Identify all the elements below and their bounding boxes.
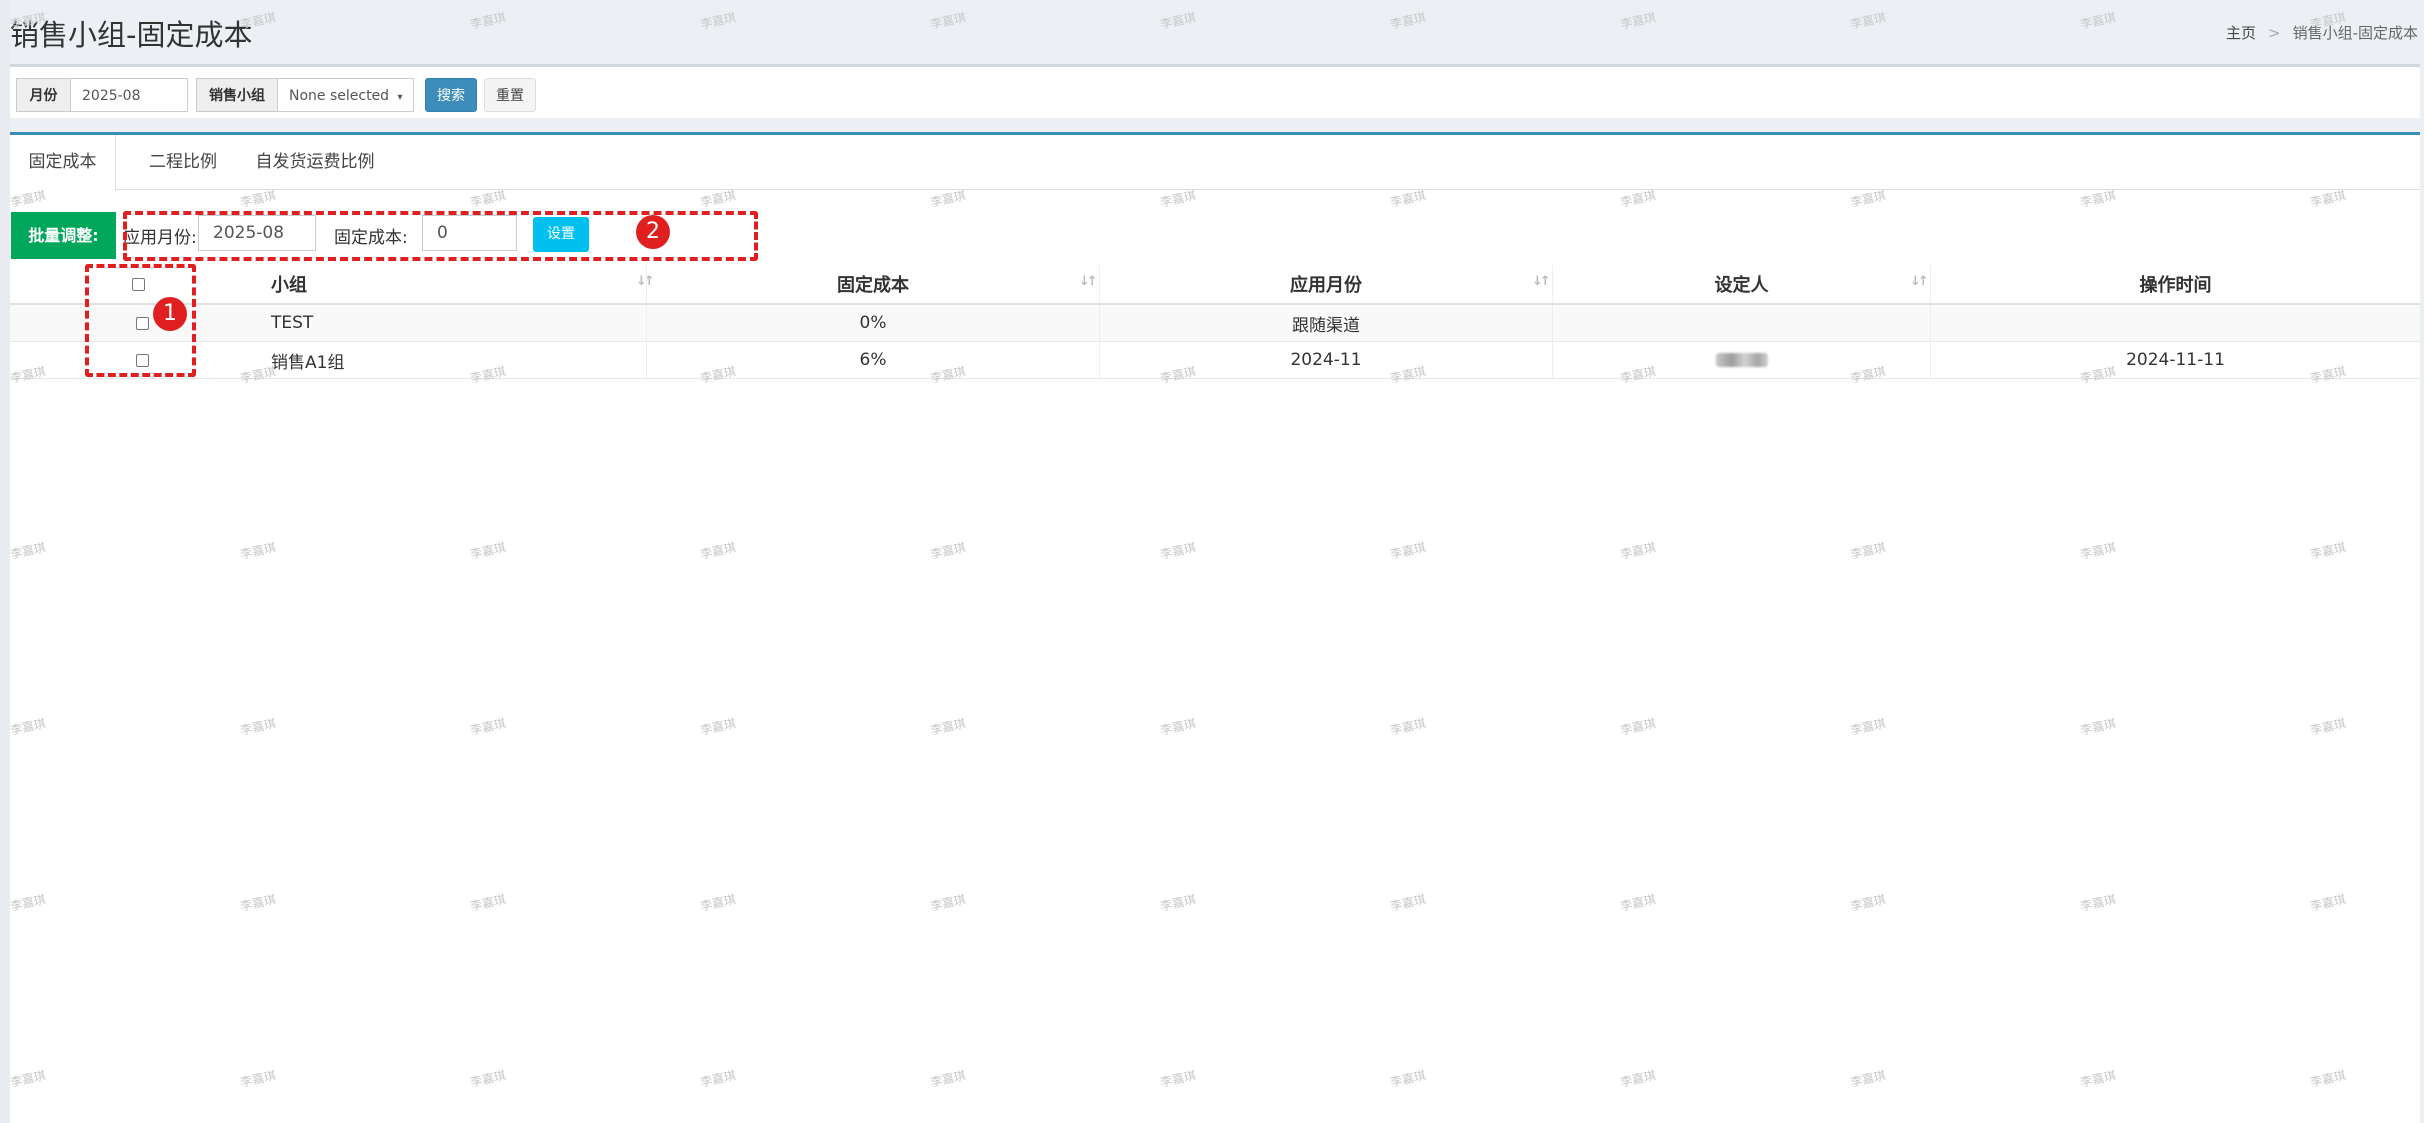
cell-operation-time — [1930, 305, 2420, 341]
cell-group: TEST — [271, 313, 314, 333]
tab-bar: 固定成本 二程比例 自发货运费比例 — [10, 135, 2420, 191]
filter-bar: 月份 2025-08 销售小组 None selected ▾ 搜索 重置 — [10, 64, 2420, 118]
caret-down-icon: ▾ — [397, 92, 403, 103]
blurred-setter-name — [1715, 353, 1768, 367]
column-header-apply-month[interactable]: 应用月份 ↓↑ — [1099, 265, 1552, 303]
column-header-setter[interactable]: 设定人 ↓↑ — [1552, 265, 1930, 303]
page-header: 销售小组-固定成本 主页 > 销售小组-固定成本 — [10, 0, 2424, 64]
group-filter-select[interactable]: None selected ▾ — [277, 78, 414, 112]
content-panel: 固定成本 二程比例 自发货运费比例 批量调整: 应用月份: 2025-08 固定… — [10, 132, 2420, 1123]
sort-icon: ↓↑ — [1532, 274, 1551, 289]
group-filter-label: 销售小组 — [196, 78, 278, 112]
column-header-fixed-cost[interactable]: 固定成本 ↓↑ — [646, 265, 1099, 303]
tab-fixed-cost[interactable]: 固定成本 — [10, 135, 116, 191]
sort-icon: ↓↑ — [1910, 274, 1929, 289]
tab-second-leg-ratio[interactable]: 二程比例 — [128, 135, 238, 190]
annotation-badge-2: 2 — [636, 215, 670, 249]
search-button[interactable]: 搜索 — [425, 78, 477, 112]
cell-setter — [1552, 305, 1930, 341]
column-header-operation-time: 操作时间 — [1930, 265, 2420, 303]
batch-adjust-label: 批量调整: — [11, 212, 116, 259]
cell-apply-month: 跟随渠道 — [1099, 305, 1552, 341]
cell-fixed-cost: 0% — [646, 305, 1099, 341]
cell-group: 销售A1组 — [271, 352, 345, 373]
month-filter-input[interactable]: 2025-08 — [70, 78, 188, 112]
column-header-group[interactable]: 小组 ↓↑ — [255, 265, 656, 303]
sort-icon: ↓↑ — [1079, 274, 1098, 289]
left-strip — [0, 0, 10, 1123]
group-filter-value: None selected — [289, 88, 390, 104]
tab-self-shipping-ratio[interactable]: 自发货运费比例 — [240, 135, 390, 190]
breadcrumb-home-link[interactable]: 主页 — [2226, 24, 2256, 42]
page-title: 销售小组-固定成本 — [10, 18, 253, 52]
month-filter-label: 月份 — [16, 78, 71, 112]
annotation-badge-1: 1 — [153, 297, 187, 331]
table-header-row: 小组 ↓↑ 固定成本 ↓↑ 应用月份 ↓↑ 设定人 ↓↑ 操作时间 — [10, 265, 2420, 305]
table-row: 销售A1组 6% 2024-11 2024-11-11 — [10, 342, 2420, 379]
table-row: TEST 0% 跟随渠道 — [10, 305, 2420, 342]
reset-button[interactable]: 重置 — [484, 78, 536, 112]
breadcrumb-separator: > — [2268, 24, 2281, 42]
cell-operation-time: 2024-11-11 — [1930, 342, 2420, 378]
